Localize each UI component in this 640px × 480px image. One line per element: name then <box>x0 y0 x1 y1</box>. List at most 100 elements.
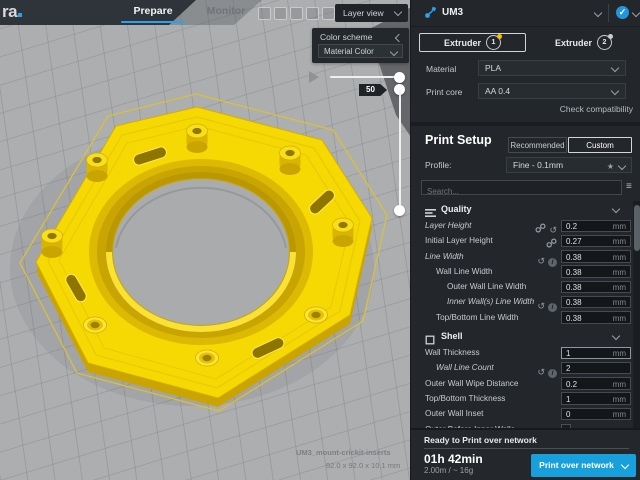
printer-header[interactable]: UM3 ✓ <box>411 0 640 27</box>
active-tab-underline <box>121 21 185 24</box>
settings-list: Quality Layer Height↺0.2mm Initial Layer H… <box>411 199 633 428</box>
setting-label: Inner Wall(s) Line Width <box>447 297 534 306</box>
print-core-dropdown[interactable]: AA 0.4 <box>478 83 626 99</box>
print-core-label: Print core <box>426 87 462 97</box>
print-over-network-button[interactable]: Print over network <box>531 454 636 477</box>
logo-dot-icon <box>18 13 22 17</box>
color-scheme-dropdown[interactable]: Material Color <box>318 44 403 58</box>
setting-value-input[interactable]: 1mm <box>561 347 631 360</box>
setting-label: Outer Wall Wipe Distance <box>425 379 518 388</box>
tab-extruder-1[interactable]: Extruder 1 <box>419 33 526 52</box>
setting-row: Wall Line Count↺i2 <box>411 361 633 376</box>
view-left-icon[interactable] <box>306 7 319 20</box>
buildplate-scene <box>0 0 410 480</box>
setting-label: Wall Thickness <box>425 348 480 357</box>
3d-viewport[interactable]: ra Prepare Monitor Layer view Color sche… <box>0 0 410 480</box>
scrollbar-thumb[interactable] <box>634 205 640 251</box>
setting-value-input[interactable]: 2 <box>561 362 631 375</box>
setting-row: Layer Height↺0.2mm <box>411 219 633 234</box>
chevron-down-icon <box>621 461 629 469</box>
setting-value-input[interactable]: 1mm <box>561 392 631 405</box>
setting-row: Outer Wall Line Width 0.38mm <box>411 280 633 295</box>
setting-label: Outer Wall Line Width <box>447 282 526 291</box>
setting-label: Wall Line Count <box>436 363 494 372</box>
collapse-arrow-icon[interactable] <box>395 34 403 42</box>
layer-slider-bottom-handle[interactable] <box>394 205 405 216</box>
tab-monitor[interactable]: Monitor <box>196 5 256 17</box>
print-setup-title: Print Setup <box>425 133 492 147</box>
scrollbar[interactable] <box>633 201 640 428</box>
check-compatibility-link[interactable]: Check compatibility <box>411 104 633 114</box>
color-scheme-label: Color scheme <box>320 32 372 42</box>
extruder-2-badge: 2 <box>597 35 612 50</box>
mode-custom-button[interactable]: Custom <box>568 137 632 153</box>
view-3d-icon[interactable] <box>258 7 271 20</box>
chevron-down-icon[interactable] <box>612 332 620 340</box>
setting-row: Wall Line Width0.38mm <box>411 265 633 280</box>
chevron-down-icon[interactable] <box>594 9 602 17</box>
settings-menu-icon[interactable]: ≡ <box>626 181 632 193</box>
layer-slider-track[interactable] <box>399 90 401 210</box>
model-dimensions: 92.0 x 92.0 x 10.1 mm <box>326 461 400 470</box>
simulation-slider-handle[interactable] <box>394 72 405 83</box>
mode-recommended-button[interactable]: Recommended <box>508 137 567 153</box>
chevron-down-icon <box>618 161 626 169</box>
setting-value-input[interactable]: 0mm <box>561 408 631 421</box>
printer-name: UM3 <box>442 7 463 18</box>
setting-value-input[interactable]: 0.2mm <box>561 377 631 390</box>
setting-value-input[interactable]: 0.38mm <box>561 250 631 263</box>
connected-check-icon[interactable]: ✓ <box>616 6 629 19</box>
setting-label: Layer Height <box>425 221 471 230</box>
chevron-down-icon <box>394 8 402 16</box>
tab-extruder-2[interactable]: Extruder 2 <box>532 33 635 52</box>
setting-value-input[interactable]: 0.38mm <box>561 265 631 278</box>
chevron-down-icon[interactable] <box>612 205 620 213</box>
setting-label: Line Width <box>425 252 464 261</box>
view-right-icon[interactable] <box>322 7 335 20</box>
section-title: Quality <box>441 204 472 214</box>
setting-value-input[interactable]: 0.27mm <box>561 235 631 248</box>
header-divider <box>608 4 609 22</box>
search-box <box>421 180 622 195</box>
star-icon[interactable]: ★ <box>607 159 614 174</box>
section-header-shell[interactable]: Shell <box>411 329 633 346</box>
setting-row: Top/Bottom Line Width 0.38mm <box>411 311 633 326</box>
material-color-dot <box>497 34 502 39</box>
color-scheme-panel: Color scheme Material Color <box>312 28 409 63</box>
setting-row: Wall Thickness 1mm <box>411 346 633 361</box>
section-header-quality[interactable]: Quality <box>411 202 633 219</box>
setting-label: Outer Wall Inset <box>425 409 483 418</box>
print-time-estimate: 01h 42min <box>424 452 483 466</box>
camera-view-toolbar <box>258 7 335 20</box>
chevron-down-icon <box>611 87 619 95</box>
setting-label: Top/Bottom Line Width <box>436 313 518 322</box>
section-title: Shell <box>441 331 463 341</box>
setting-value-input[interactable]: 0.2mm <box>561 220 631 233</box>
setting-label: Top/Bottom Thickness <box>425 394 505 403</box>
search-input[interactable] <box>422 185 621 198</box>
setting-value-input[interactable]: 0.38mm <box>561 296 631 309</box>
setting-label: Initial Layer Height <box>425 236 493 245</box>
profile-dropdown[interactable]: Fine - 0.1mm★ <box>506 157 632 173</box>
section-divider <box>411 122 640 126</box>
setting-row: Inner Wall(s) Line Width↺i0.38mm <box>411 295 633 310</box>
material-label: Material <box>426 64 456 74</box>
model-filename: UM3_mount-crickit-inserts <box>296 448 391 457</box>
view-top-icon[interactable] <box>290 7 303 20</box>
view-front-icon[interactable] <box>274 7 287 20</box>
tab-prepare[interactable]: Prepare <box>120 5 186 17</box>
material-dropdown[interactable]: PLA <box>478 60 626 76</box>
setting-row: Outer Wall Inset 0mm <box>411 407 633 422</box>
play-button[interactable] <box>309 71 319 83</box>
status-divider <box>424 448 629 449</box>
profile-label: Profile: <box>425 160 451 170</box>
material-usage-estimate: 2.00m / ~ 16g <box>424 466 473 475</box>
setting-value-input[interactable]: 0.38mm <box>561 281 631 294</box>
print-status-bar: Ready to Print over network 01h 42min 2.… <box>411 428 640 480</box>
material-color-dot <box>608 34 613 39</box>
sidebar-panel: UM3 ✓ Extruder 1 Extruder 2 Material PLA… <box>410 0 640 480</box>
view-mode-dropdown[interactable]: Layer view <box>335 4 408 22</box>
setting-row: Line Width↺i0.38mm <box>411 250 633 265</box>
chevron-down-icon[interactable] <box>632 9 640 17</box>
setting-value-input[interactable]: 0.38mm <box>561 311 631 324</box>
